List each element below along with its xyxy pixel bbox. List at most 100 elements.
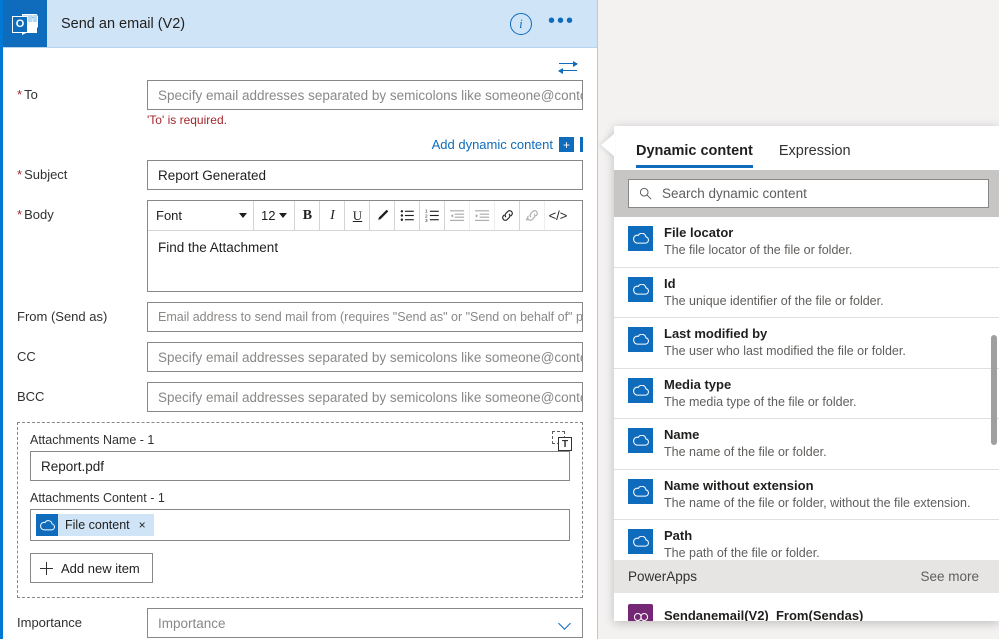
field-bcc: BCC Specify email addresses separated by…: [17, 382, 583, 412]
list-item[interactable]: Id The unique identifier of the file or …: [614, 268, 999, 318]
list-item[interactable]: Last modified by The user who last modif…: [614, 318, 999, 369]
dynamic-content-list[interactable]: File locator The file locator of the fil…: [614, 217, 999, 560]
body-content[interactable]: Find the Attachment: [148, 231, 582, 291]
powerapps-group-header: PowerApps See more: [614, 560, 999, 593]
action-card-header: O Send an email (V2) i •••: [3, 0, 597, 48]
action-header-buttons: i •••: [509, 11, 597, 35]
list-item-name: Media type: [664, 376, 732, 392]
scrollbar-thumb[interactable]: [991, 335, 997, 445]
field-from-label: From (Send as): [17, 309, 108, 324]
field-importance: Importance Importance: [17, 608, 583, 638]
onedrive-cloud-icon: [628, 226, 653, 251]
code-view-button[interactable]: </>: [545, 201, 570, 230]
required-marker: *: [17, 87, 23, 102]
search-icon: [639, 187, 652, 200]
file-content-token-label: File content: [65, 518, 130, 532]
outlook-icon: O: [3, 0, 47, 47]
importance-select[interactable]: Importance: [147, 608, 583, 638]
list-item[interactable]: Path The path of the file or folder.: [614, 520, 999, 560]
swap-arrows-icon[interactable]: [557, 60, 579, 76]
decrease-indent-icon[interactable]: [445, 201, 471, 230]
field-importance-label: Importance: [17, 615, 83, 630]
search-dynamic-content-input[interactable]: Search dynamic content: [628, 179, 989, 208]
list-item[interactable]: File locator The file locator of the fil…: [614, 217, 999, 268]
app-root: O Send an email (V2) i ••• * To Specify …: [0, 0, 999, 639]
remove-token-icon[interactable]: ×: [139, 518, 146, 532]
send-email-action-card: O Send an email (V2) i ••• * To Specify …: [0, 0, 598, 639]
attachments-name-input[interactable]: Report.pdf: [30, 451, 570, 481]
list-item-description: The path of the file or folder.: [664, 546, 820, 560]
info-icon[interactable]: i: [509, 12, 532, 35]
powerapps-group-title: PowerApps: [628, 569, 698, 584]
action-card-body: * To Specify email addresses separated by…: [3, 48, 597, 639]
tab-expression[interactable]: Expression: [779, 143, 851, 168]
rte-toolbar: Font 12 B I U 1 2 3 </>: [148, 201, 582, 231]
field-body: * Body Font 12 B I U 1 2 3 </> Find the …: [17, 200, 583, 292]
list-item-name: Name without extension: [664, 477, 814, 493]
from-input[interactable]: Email address to send mail from (require…: [147, 302, 583, 332]
subject-input[interactable]: Report Generated: [147, 160, 583, 190]
increase-indent-icon[interactable]: [470, 201, 496, 230]
add-new-item-button[interactable]: Add new item: [30, 553, 153, 583]
add-new-item-label: Add new item: [61, 560, 140, 576]
list-item-description: The file locator of the file or folder.: [664, 243, 853, 257]
font-size-value: 12: [261, 208, 276, 223]
bold-button[interactable]: B: [295, 201, 321, 230]
list-item[interactable]: Sendanemail(V2)_From(Sendas): [614, 593, 999, 621]
file-content-token[interactable]: File content ×: [36, 514, 154, 536]
attachments-group: T Attachments Name - 1 Report.pdf Attach…: [17, 422, 583, 598]
field-bcc-label: BCC: [17, 389, 45, 404]
ellipsis-icon[interactable]: •••: [548, 11, 575, 32]
cc-input[interactable]: Specify email addresses separated by sem…: [147, 342, 583, 372]
field-subject: * Subject Report Generated: [17, 160, 583, 190]
field-to: * To Specify email addresses separated by…: [17, 80, 583, 127]
add-dynamic-content-row: Add dynamic content +: [17, 137, 583, 152]
field-cc: CC Specify email addresses separated by …: [17, 342, 583, 372]
underline-button[interactable]: U: [345, 201, 371, 230]
italic-button[interactable]: I: [320, 201, 346, 230]
flyout-tabs: Dynamic content Expression: [614, 126, 999, 170]
list-item-name: Name: [664, 427, 700, 442]
search-container: Search dynamic content: [614, 170, 999, 217]
see-more-link[interactable]: See more: [920, 569, 979, 584]
field-subject-label: * Subject: [17, 167, 68, 182]
list-item-description: The unique identifier of the file or fol…: [664, 293, 884, 308]
onedrive-cloud-icon: [628, 428, 653, 453]
switch-to-text-mode-icon[interactable]: T: [552, 431, 572, 451]
add-dynamic-content-plus-icon[interactable]: +: [559, 137, 574, 152]
list-item[interactable]: Media type The media type of the file or…: [614, 369, 999, 419]
to-input[interactable]: Specify email addresses separated by sem…: [147, 80, 583, 110]
list-item-name: Last modified by: [664, 326, 768, 341]
dynamic-content-scrollbar[interactable]: [991, 217, 997, 560]
font-name-dropdown[interactable]: Font: [150, 201, 254, 230]
tab-dynamic-content[interactable]: Dynamic content: [636, 143, 753, 168]
chevron-down-icon[interactable]: [560, 619, 571, 626]
svg-text:3: 3: [425, 218, 428, 223]
unlink-icon[interactable]: [520, 201, 546, 230]
list-item[interactable]: Name without extension The name of the f…: [614, 470, 999, 520]
list-item-description: The media type of the file or folder.: [664, 394, 857, 409]
onedrive-cloud-icon: [628, 529, 653, 554]
font-size-dropdown[interactable]: 12: [254, 201, 296, 230]
chevron-down-icon: [239, 213, 247, 218]
bulleted-list-icon[interactable]: [395, 201, 421, 230]
link-icon[interactable]: [495, 201, 521, 230]
body-rich-text-editor: Font 12 B I U 1 2 3 </> Find the Attachm…: [147, 200, 583, 292]
pen-highlight-icon[interactable]: [370, 201, 396, 230]
onedrive-cloud-icon: [628, 327, 653, 352]
swap-row: [17, 48, 583, 80]
dynamic-content-flyout: Dynamic content Expression Search dynami…: [614, 126, 999, 621]
plus-icon: [40, 561, 53, 575]
attachments-content-input[interactable]: File content ×: [30, 509, 570, 541]
chevron-down-icon: [279, 213, 288, 218]
list-item-name: Id: [664, 275, 676, 291]
list-item-description: The name of the file or folder.: [664, 445, 827, 459]
add-dynamic-content-link[interactable]: Add dynamic content: [432, 137, 553, 152]
attachments-name-label: Attachments Name - 1: [30, 433, 155, 447]
field-body-label: * Body: [17, 207, 54, 222]
font-name-value: Font: [156, 208, 183, 223]
bcc-input[interactable]: Specify email addresses separated by sem…: [147, 382, 583, 412]
numbered-list-icon[interactable]: 1 2 3: [420, 201, 446, 230]
list-item[interactable]: Name The name of the file or folder.: [614, 419, 999, 470]
list-item-name: Sendanemail(V2)_From(Sendas): [664, 608, 864, 621]
